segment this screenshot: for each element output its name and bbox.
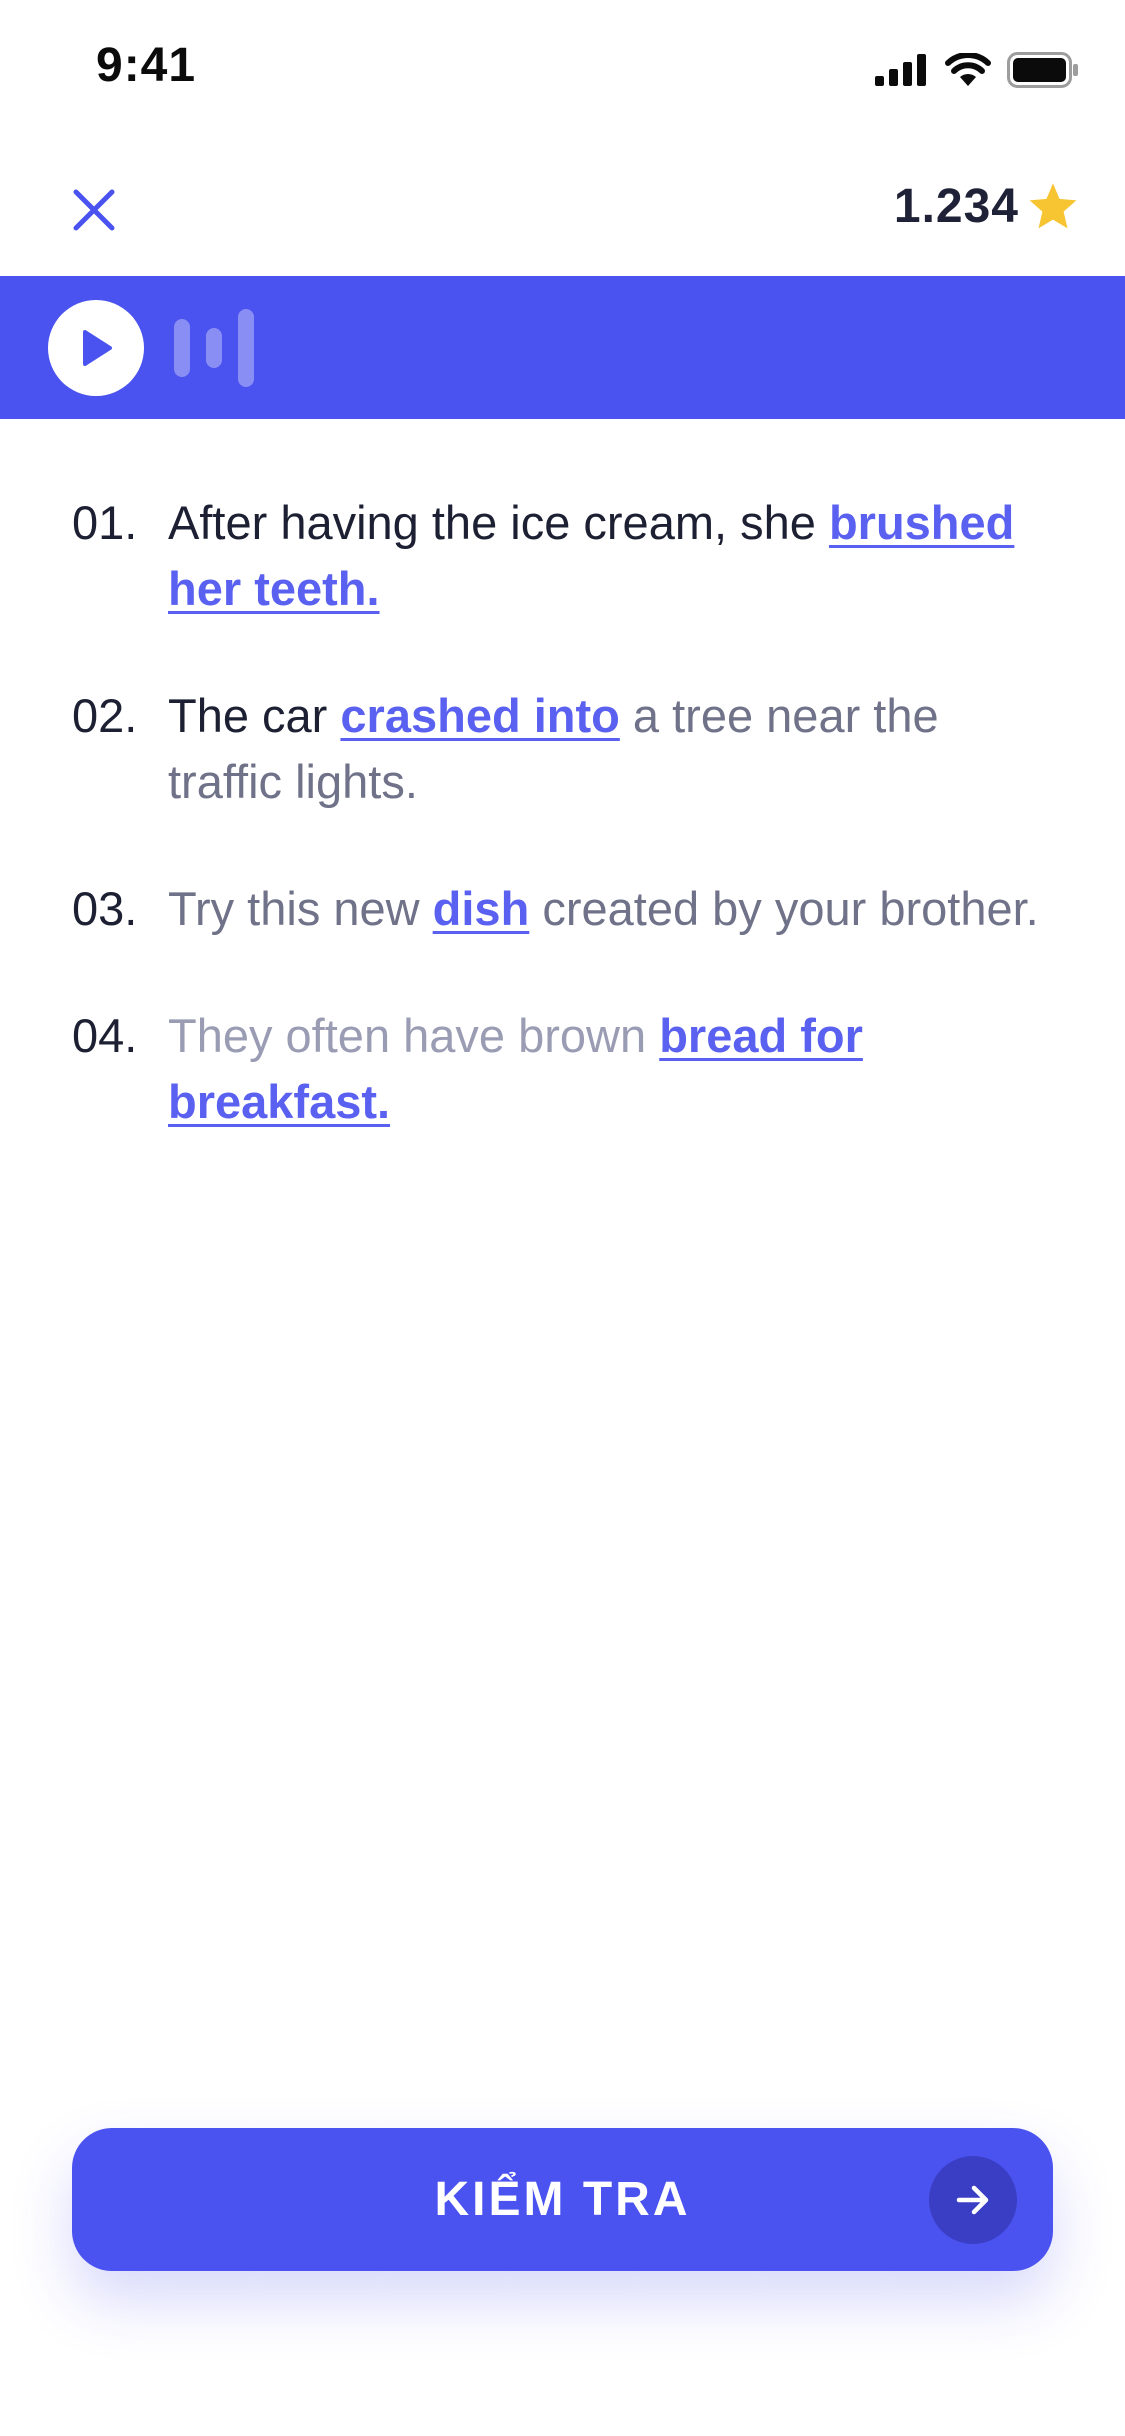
score-display: 1.234 xyxy=(894,178,1079,234)
sentence-number: 02. xyxy=(72,689,138,742)
audio-player xyxy=(0,276,1125,419)
wave-bar xyxy=(238,309,254,387)
sentence-item: 03. Try this new dish created by your br… xyxy=(72,876,1052,942)
score-value: 1.234 xyxy=(893,179,1019,233)
sentence-item: 01. After having the ice cream, she brus… xyxy=(72,490,1052,622)
sentence-text-after: created by your brother. xyxy=(542,882,1039,935)
sentence-text: They often have brown bread for breakfas… xyxy=(168,1003,1052,1135)
check-button-label: KIỂM TRA xyxy=(434,2173,691,2226)
answer-link[interactable]: dish xyxy=(433,882,530,935)
check-button[interactable]: KIỂM TRA xyxy=(72,2128,1053,2271)
battery-icon xyxy=(1007,52,1078,88)
sentence-number: 03. xyxy=(72,882,138,935)
play-button[interactable] xyxy=(48,300,144,396)
audio-wave-icon xyxy=(174,308,254,388)
sentence-text: Try this new dish created by your brothe… xyxy=(168,876,1052,942)
sentence-item: 02. The car crashed into a tree near the… xyxy=(72,683,1052,815)
sentence-number: 01. xyxy=(72,496,138,549)
lesson-screen: 9:41 1.234 01. After having the ice crea… xyxy=(0,0,1125,2436)
arrow-right-glyph xyxy=(956,2185,989,2215)
close-button[interactable] xyxy=(56,172,132,248)
star-icon xyxy=(1029,183,1077,229)
arrow-right-icon xyxy=(929,2156,1017,2244)
wave-bar xyxy=(174,319,190,377)
status-icons xyxy=(875,52,1079,88)
wifi-icon xyxy=(945,53,991,86)
signal-icon xyxy=(875,54,926,86)
status-bar: 9:41 xyxy=(0,0,1125,135)
sentence-item: 04. They often have brown bread for brea… xyxy=(72,1003,1052,1135)
wave-bar xyxy=(206,328,222,368)
sentence-text-before: Try this new xyxy=(168,882,420,935)
sentence-text: After having the ice cream, she brushed … xyxy=(168,490,1052,622)
sentence-text-before: They often have brown xyxy=(168,1009,647,1062)
status-time: 9:41 xyxy=(96,39,197,92)
sentence-text-before: The car xyxy=(168,689,328,742)
sentence-list: 01. After having the ice cream, she brus… xyxy=(72,490,1052,1196)
answer-link[interactable]: crashed into xyxy=(340,689,619,742)
sentence-text-before: After having the ice cream, she xyxy=(168,496,816,549)
sentence-number: 04. xyxy=(72,1009,138,1062)
close-icon xyxy=(73,189,115,231)
sentence-text: The car crashed into a tree near the tra… xyxy=(168,683,1052,815)
play-icon xyxy=(83,330,112,366)
